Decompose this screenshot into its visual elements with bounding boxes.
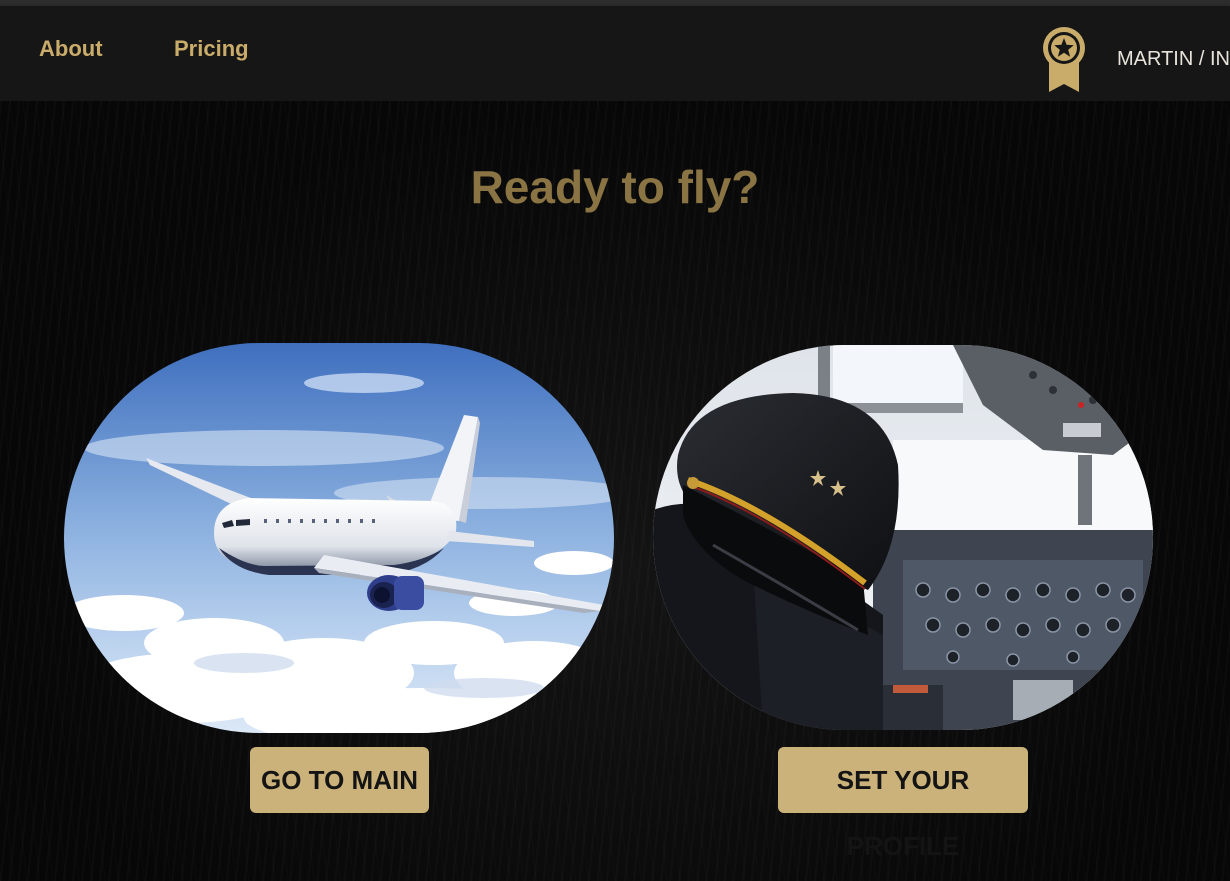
nav-link-about[interactable]: About bbox=[39, 36, 103, 62]
top-navbar: About Pricing MARTIN / INS bbox=[0, 6, 1230, 101]
set-profile-button[interactable]: SET YOUR PROFILE bbox=[778, 747, 1028, 861]
pilot-cap-cockpit-image bbox=[653, 345, 1153, 730]
airplane-image bbox=[64, 343, 614, 733]
nav-link-pricing[interactable]: Pricing bbox=[174, 36, 249, 62]
user-name[interactable]: MARTIN / INS bbox=[1117, 48, 1230, 71]
go-to-main-button[interactable]: GO TO MAIN bbox=[250, 747, 429, 813]
page-title: Ready to fly? bbox=[470, 161, 760, 213]
award-badge-icon[interactable] bbox=[1040, 22, 1088, 94]
